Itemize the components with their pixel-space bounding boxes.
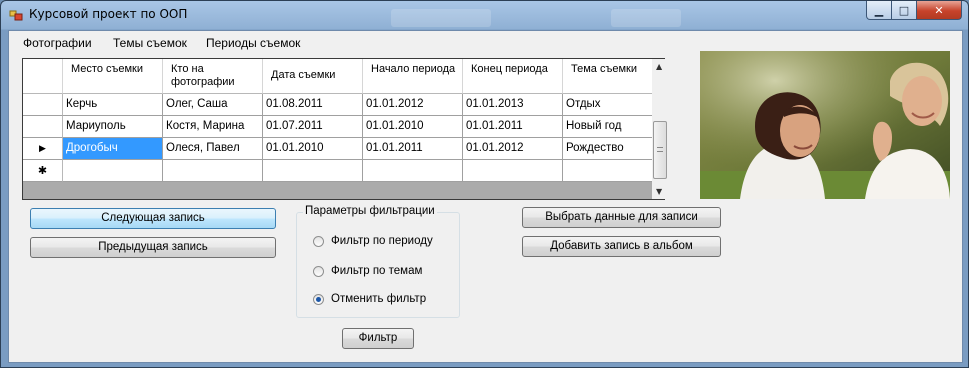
menu-themes[interactable]: Темы съемок bbox=[113, 36, 187, 50]
row-header[interactable] bbox=[23, 94, 63, 116]
table-cell[interactable]: Олег, Саша bbox=[163, 94, 263, 116]
radio-filter-period[interactable]: Фильтр по периоду bbox=[313, 235, 433, 247]
scroll-down-arrow-icon[interactable]: ▼ bbox=[656, 187, 662, 196]
table-cell[interactable]: 01.01.2010 bbox=[263, 138, 363, 160]
radio-filter-themes[interactable]: Фильтр по темам bbox=[313, 265, 422, 277]
table-cell[interactable]: 01.01.2011 bbox=[463, 116, 563, 138]
app-window: Курсовой проект по ООП ▁ □ ✕ Фотографии … bbox=[0, 0, 969, 368]
table-cell-new[interactable] bbox=[463, 160, 563, 182]
background-window-ghost bbox=[611, 9, 681, 27]
radio-button-checked[interactable] bbox=[313, 293, 324, 305]
background-window-ghost bbox=[391, 9, 491, 27]
table-cell[interactable]: 01.01.2011 bbox=[363, 138, 463, 160]
filter-group-title: Параметры фильтрации bbox=[303, 205, 437, 217]
radio-cancel-filter[interactable]: Отменить фильтр bbox=[313, 293, 426, 305]
radio-label: Фильтр по темам bbox=[331, 265, 423, 277]
close-button[interactable]: ✕ bbox=[917, 1, 962, 20]
grid-vertical-scrollbar[interactable]: ▲ ▼ bbox=[652, 59, 669, 199]
table-cell[interactable]: Новый год bbox=[563, 116, 664, 138]
table-cell[interactable]: Мариуполь bbox=[63, 116, 163, 138]
photo-preview bbox=[700, 51, 950, 199]
current-row-indicator[interactable]: ▶ bbox=[23, 138, 63, 160]
menu-periods[interactable]: Периоды съемок bbox=[206, 36, 300, 50]
table-cell-new[interactable] bbox=[563, 160, 664, 182]
filter-button[interactable]: Фильтр bbox=[342, 328, 414, 349]
app-icon bbox=[9, 10, 23, 21]
next-record-button[interactable]: Следующая запись bbox=[30, 208, 276, 229]
scroll-up-arrow-icon[interactable]: ▲ bbox=[656, 62, 662, 71]
form-client-area: Фотографии Темы съемок Периоды съемок Ме… bbox=[8, 30, 963, 363]
table-cell[interactable]: Рождество bbox=[563, 138, 664, 160]
table-cell[interactable]: 01.01.2013 bbox=[463, 94, 563, 116]
table-cell[interactable]: Керчь bbox=[63, 94, 163, 116]
table-cell-new[interactable] bbox=[263, 160, 363, 182]
data-grid[interactable]: Место съемки Кто на фотографии Дата съем… bbox=[22, 58, 665, 200]
minimize-button[interactable]: ▁ bbox=[866, 1, 892, 20]
row-header[interactable] bbox=[23, 116, 63, 138]
table-cell[interactable]: Отдых bbox=[563, 94, 664, 116]
column-header-theme[interactable]: Тема съемки bbox=[563, 59, 664, 94]
previous-record-button[interactable]: Предыдущая запись bbox=[30, 237, 276, 258]
table-cell-new[interactable] bbox=[363, 160, 463, 182]
radio-button[interactable] bbox=[313, 235, 324, 247]
table-cell-new[interactable] bbox=[163, 160, 263, 182]
table-cell[interactable]: Костя, Марина bbox=[163, 116, 263, 138]
table-cell[interactable]: 01.08.2011 bbox=[263, 94, 363, 116]
maximize-button[interactable]: □ bbox=[892, 1, 917, 20]
column-header-period-start[interactable]: Начало периода bbox=[363, 59, 463, 94]
title-bar[interactable]: Курсовой проект по ООП ▁ □ ✕ bbox=[1, 1, 968, 29]
radio-button[interactable] bbox=[313, 265, 324, 277]
column-header-date[interactable]: Дата съемки bbox=[263, 59, 363, 94]
select-data-button[interactable]: Выбрать данные для записи bbox=[522, 207, 721, 228]
table-cell[interactable]: Олеся, Павел bbox=[163, 138, 263, 160]
menu-photos[interactable]: Фотографии bbox=[23, 36, 92, 50]
grid-corner bbox=[23, 59, 63, 94]
table-cell[interactable]: 01.01.2012 bbox=[463, 138, 563, 160]
add-to-album-button[interactable]: Добавить запись в альбом bbox=[522, 236, 721, 257]
radio-label: Отменить фильтр bbox=[331, 293, 427, 305]
table-cell-new[interactable] bbox=[63, 160, 163, 182]
table-cell[interactable]: 01.01.2010 bbox=[363, 116, 463, 138]
filter-parameters-group: Параметры фильтрации Фильтр по периоду Ф… bbox=[296, 205, 460, 318]
window-title: Курсовой проект по ООП bbox=[29, 7, 188, 21]
table-cell[interactable]: 01.01.2012 bbox=[363, 94, 463, 116]
radio-label: Фильтр по периоду bbox=[331, 235, 433, 247]
column-header-people[interactable]: Кто на фотографии bbox=[163, 59, 263, 94]
table-cell[interactable]: 01.07.2011 bbox=[263, 116, 363, 138]
new-row-indicator[interactable]: ✱ bbox=[23, 160, 63, 182]
scroll-thumb[interactable] bbox=[653, 121, 667, 179]
column-header-place[interactable]: Место съемки bbox=[63, 59, 163, 94]
table-cell-selected[interactable]: Дрогобыч bbox=[63, 138, 163, 160]
column-header-period-end[interactable]: Конец периода bbox=[463, 59, 563, 94]
